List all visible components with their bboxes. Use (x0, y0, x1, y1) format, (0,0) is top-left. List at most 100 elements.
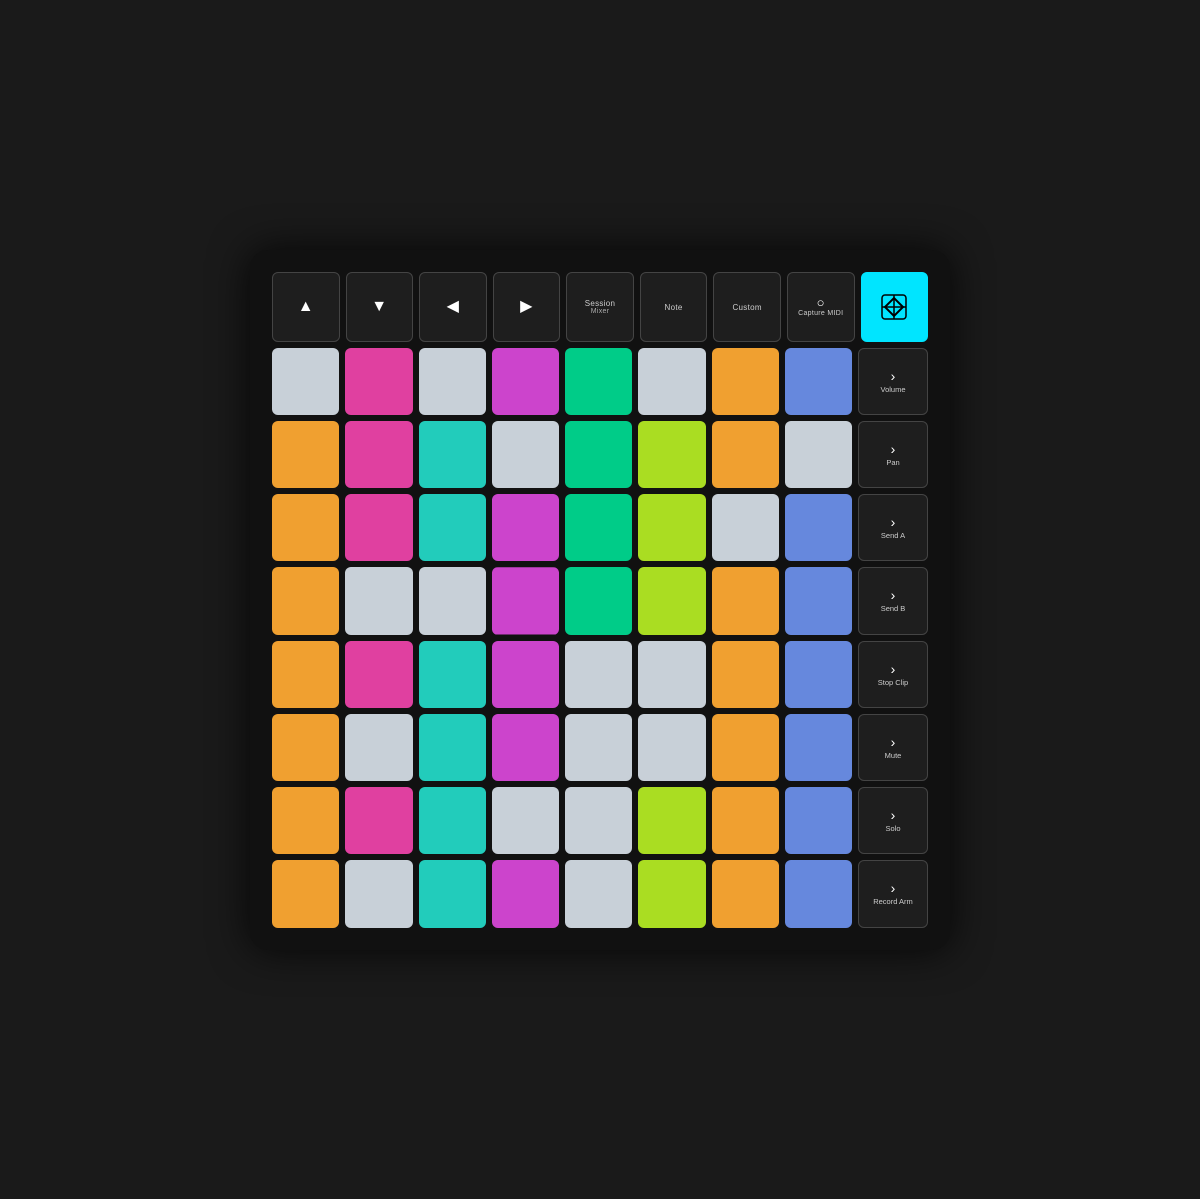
capture-midi-label: Capture MIDI (798, 310, 843, 318)
pad-1-5[interactable] (565, 348, 632, 415)
volume-button[interactable]: › Volume (858, 348, 928, 415)
send-b-label: Send B (881, 604, 906, 613)
pad-4-8[interactable] (785, 567, 852, 634)
pad-1-3[interactable] (419, 348, 486, 415)
pad-7-5[interactable] (565, 787, 632, 854)
pad-5-1[interactable] (272, 641, 339, 708)
mute-chevron-icon: › (891, 735, 896, 749)
grid-row-5 (272, 641, 852, 708)
custom-label: Custom (732, 303, 761, 313)
pad-7-1[interactable] (272, 787, 339, 854)
pad-8-7[interactable] (712, 860, 779, 927)
pad-4-4[interactable] (492, 567, 559, 634)
pad-2-1[interactable] (272, 421, 339, 488)
pad-6-7[interactable] (712, 714, 779, 781)
grid-row-1 (272, 348, 852, 415)
pad-8-1[interactable] (272, 860, 339, 927)
note-label: Note (665, 303, 683, 313)
right-arrow-button[interactable]: ▶ (493, 272, 561, 342)
pad-5-7[interactable] (712, 641, 779, 708)
pan-label: Pan (886, 458, 899, 467)
novation-button[interactable] (861, 272, 929, 342)
down-arrow-icon: ▼ (371, 297, 387, 316)
pad-4-2[interactable] (345, 567, 412, 634)
pad-5-4[interactable] (492, 641, 559, 708)
pan-button[interactable]: › Pan (858, 421, 928, 488)
pad-5-3[interactable] (419, 641, 486, 708)
grid-row-7 (272, 787, 852, 854)
send-b-button[interactable]: › Send B (858, 567, 928, 634)
pad-1-2[interactable] (345, 348, 412, 415)
note-button[interactable]: Note (640, 272, 708, 342)
pad-1-1[interactable] (272, 348, 339, 415)
pad-6-1[interactable] (272, 714, 339, 781)
pad-8-2[interactable] (345, 860, 412, 927)
pad-4-5[interactable] (565, 567, 632, 634)
pad-6-4[interactable] (492, 714, 559, 781)
stop-clip-button[interactable]: › Stop Clip (858, 641, 928, 708)
send-b-chevron-icon: › (891, 588, 896, 602)
pad-4-7[interactable] (712, 567, 779, 634)
pad-7-6[interactable] (638, 787, 705, 854)
pad-6-2[interactable] (345, 714, 412, 781)
custom-button[interactable]: Custom (713, 272, 781, 342)
capture-midi-button[interactable]: ○ Capture MIDI (787, 272, 855, 342)
pad-3-3[interactable] (419, 494, 486, 561)
pad-1-4[interactable] (492, 348, 559, 415)
pad-8-8[interactable] (785, 860, 852, 927)
session-mixer-button[interactable]: Session Mixer (566, 272, 634, 342)
pad-7-3[interactable] (419, 787, 486, 854)
pad-6-3[interactable] (419, 714, 486, 781)
top-row: ▲ ▼ ◀ ▶ Session Mixer Note Custom ○ Capt… (272, 272, 928, 342)
pad-2-5[interactable] (565, 421, 632, 488)
pad-6-5[interactable] (565, 714, 632, 781)
record-arm-label: Record Arm (873, 897, 913, 906)
pad-3-7[interactable] (712, 494, 779, 561)
grid-row-4 (272, 567, 852, 634)
send-a-button[interactable]: › Send A (858, 494, 928, 561)
pad-8-4[interactable] (492, 860, 559, 927)
left-arrow-button[interactable]: ◀ (419, 272, 487, 342)
pad-2-7[interactable] (712, 421, 779, 488)
pad-3-8[interactable] (785, 494, 852, 561)
pad-8-6[interactable] (638, 860, 705, 927)
pad-3-5[interactable] (565, 494, 632, 561)
pad-1-8[interactable] (785, 348, 852, 415)
pad-3-2[interactable] (345, 494, 412, 561)
pad-6-8[interactable] (785, 714, 852, 781)
right-arrow-icon: ▶ (520, 297, 533, 316)
pad-6-6[interactable] (638, 714, 705, 781)
pad-7-2[interactable] (345, 787, 412, 854)
up-arrow-button[interactable]: ▲ (272, 272, 340, 342)
pad-2-2[interactable] (345, 421, 412, 488)
solo-chevron-icon: › (891, 808, 896, 822)
pad-8-3[interactable] (419, 860, 486, 927)
mute-button[interactable]: › Mute (858, 714, 928, 781)
up-arrow-icon: ▲ (298, 297, 314, 316)
pad-5-5[interactable] (565, 641, 632, 708)
record-arm-button[interactable]: › Record Arm (858, 860, 928, 927)
pad-7-4[interactable] (492, 787, 559, 854)
pad-7-8[interactable] (785, 787, 852, 854)
pad-5-2[interactable] (345, 641, 412, 708)
pad-4-1[interactable] (272, 567, 339, 634)
pad-1-6[interactable] (638, 348, 705, 415)
down-arrow-button[interactable]: ▼ (346, 272, 414, 342)
pad-7-7[interactable] (712, 787, 779, 854)
pad-8-5[interactable] (565, 860, 632, 927)
pad-5-6[interactable] (638, 641, 705, 708)
pad-2-8[interactable] (785, 421, 852, 488)
pad-3-6[interactable] (638, 494, 705, 561)
pad-2-6[interactable] (638, 421, 705, 488)
pad-1-7[interactable] (712, 348, 779, 415)
pad-5-8[interactable] (785, 641, 852, 708)
pad-2-4[interactable] (492, 421, 559, 488)
volume-label: Volume (880, 385, 905, 394)
pad-4-6[interactable] (638, 567, 705, 634)
pad-3-1[interactable] (272, 494, 339, 561)
solo-button[interactable]: › Solo (858, 787, 928, 854)
pad-4-3[interactable] (419, 567, 486, 634)
stop-clip-label: Stop Clip (878, 678, 908, 687)
pad-3-4[interactable] (492, 494, 559, 561)
pad-2-3[interactable] (419, 421, 486, 488)
